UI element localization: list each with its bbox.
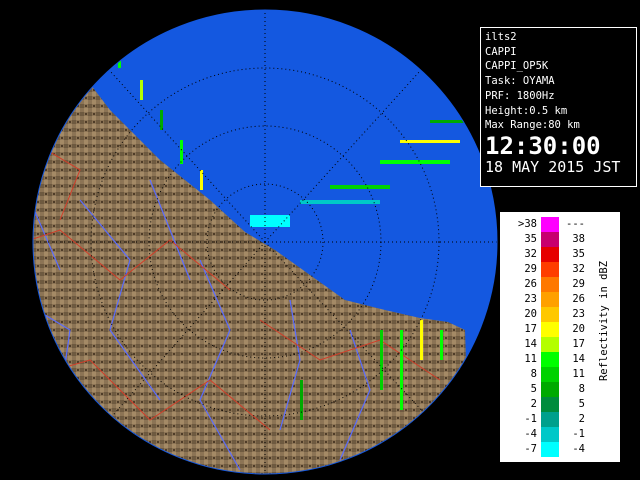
legend-high-value: 11: [572, 368, 585, 380]
legend-low-value: 2: [530, 398, 537, 410]
legend-swatch: [541, 277, 559, 292]
legend-swatch: [541, 307, 559, 322]
legend-low-value: 29: [524, 263, 537, 275]
legend-high-value: 5: [578, 398, 585, 410]
legend-high-value: -4: [572, 443, 585, 455]
legend-high-value: 35: [572, 248, 585, 260]
legend-row: 8 11: [501, 367, 591, 382]
legend-high-value: 17: [572, 338, 585, 350]
product-name: CAPPI: [485, 45, 517, 58]
time-label: 12:30:00: [485, 131, 601, 160]
legend-low-value: 23: [524, 293, 537, 305]
legend-low-value: 8: [530, 368, 537, 380]
legend-swatch: [541, 352, 559, 367]
legend-row: 17 20: [501, 322, 591, 337]
legend-swatch: [541, 337, 559, 352]
legend-high-value: 29: [572, 278, 585, 290]
legend-low-value: 14: [524, 338, 537, 350]
legend-row: 58: [501, 382, 591, 397]
legend-swatch: [541, 412, 559, 427]
max-range-label: Max Range:80 km: [485, 119, 580, 132]
legend-high-value: ---: [566, 218, 585, 230]
task-label: Task: OYAMA: [485, 75, 555, 88]
legend-row: 11 14: [501, 352, 591, 367]
site-name: ilts2: [485, 31, 517, 43]
legend-swatch: [541, 247, 559, 262]
legend-high-value: 38: [572, 233, 585, 245]
legend-row: 20 23: [501, 307, 591, 322]
legend-high-value: 32: [572, 263, 585, 275]
legend-high-value: 20: [572, 323, 585, 335]
legend-unit-label: Reflectivity in dBZ: [598, 260, 610, 382]
legend-low-value: 35: [524, 233, 537, 245]
legend-low-value: 20: [524, 308, 537, 320]
legend-unit: Reflectivity in dBZ: [593, 221, 615, 421]
date-label: 18 MAY 2015 JST: [485, 157, 621, 176]
legend-row: -7 -4: [501, 442, 591, 457]
height-label: Height:0.5 km: [485, 104, 568, 117]
legend-high-value: -1: [572, 428, 585, 440]
legend-swatch: [541, 262, 559, 277]
legend-low-value: -1: [524, 413, 537, 425]
legend-low-value: 26: [524, 278, 537, 290]
legend-low-value: 17: [524, 323, 537, 335]
legend-swatch: [541, 217, 559, 232]
info-panel: ilts2 CAPPI CAPPI_OP5K Task: OYAMA PRF: …: [480, 27, 637, 187]
legend-swatch: [541, 322, 559, 337]
legend-swatch: [541, 232, 559, 247]
legend-row: 25: [501, 397, 591, 412]
legend-low-value: >38: [518, 218, 537, 230]
legend-row: 29 32: [501, 262, 591, 277]
legend-row: 35 38: [501, 232, 591, 247]
legend-swatch: [541, 367, 559, 382]
legend-row: -4 -1: [501, 427, 591, 442]
legend-low-value: -7: [524, 443, 537, 455]
legend-swatch: [541, 397, 559, 412]
legend-row: 32 35: [501, 247, 591, 262]
legend-row: 14 17: [501, 337, 591, 352]
color-legend: >38 --- 35 38 32 35 29 32 26 29 23 26 20 23 17 20 14 17 11…: [500, 212, 620, 462]
legend-row: -1 2: [501, 412, 591, 427]
legend-row: >38 ---: [501, 217, 591, 232]
legend-high-value: 14: [572, 353, 585, 365]
prf-label: PRF: 1800Hz: [485, 89, 555, 102]
legend-low-value: -4: [524, 428, 537, 440]
radar-display: ilts2 CAPPI CAPPI_OP5K Task: OYAMA PRF: …: [0, 0, 640, 480]
product-code: CAPPI_OP5K: [485, 60, 549, 73]
legend-low-value: 11: [524, 353, 537, 365]
legend-high-value: 26: [572, 293, 585, 305]
legend-swatch: [541, 382, 559, 397]
legend-high-value: 8: [578, 383, 585, 395]
legend-swatch: [541, 442, 559, 457]
legend-low-value: 5: [530, 383, 537, 395]
legend-high-value: 23: [572, 308, 585, 320]
legend-row: 23 26: [501, 292, 591, 307]
legend-high-value: 2: [578, 413, 585, 425]
legend-swatch: [541, 292, 559, 307]
legend-low-value: 32: [524, 248, 537, 260]
legend-swatch: [541, 427, 559, 442]
legend-row: 26 29: [501, 277, 591, 292]
